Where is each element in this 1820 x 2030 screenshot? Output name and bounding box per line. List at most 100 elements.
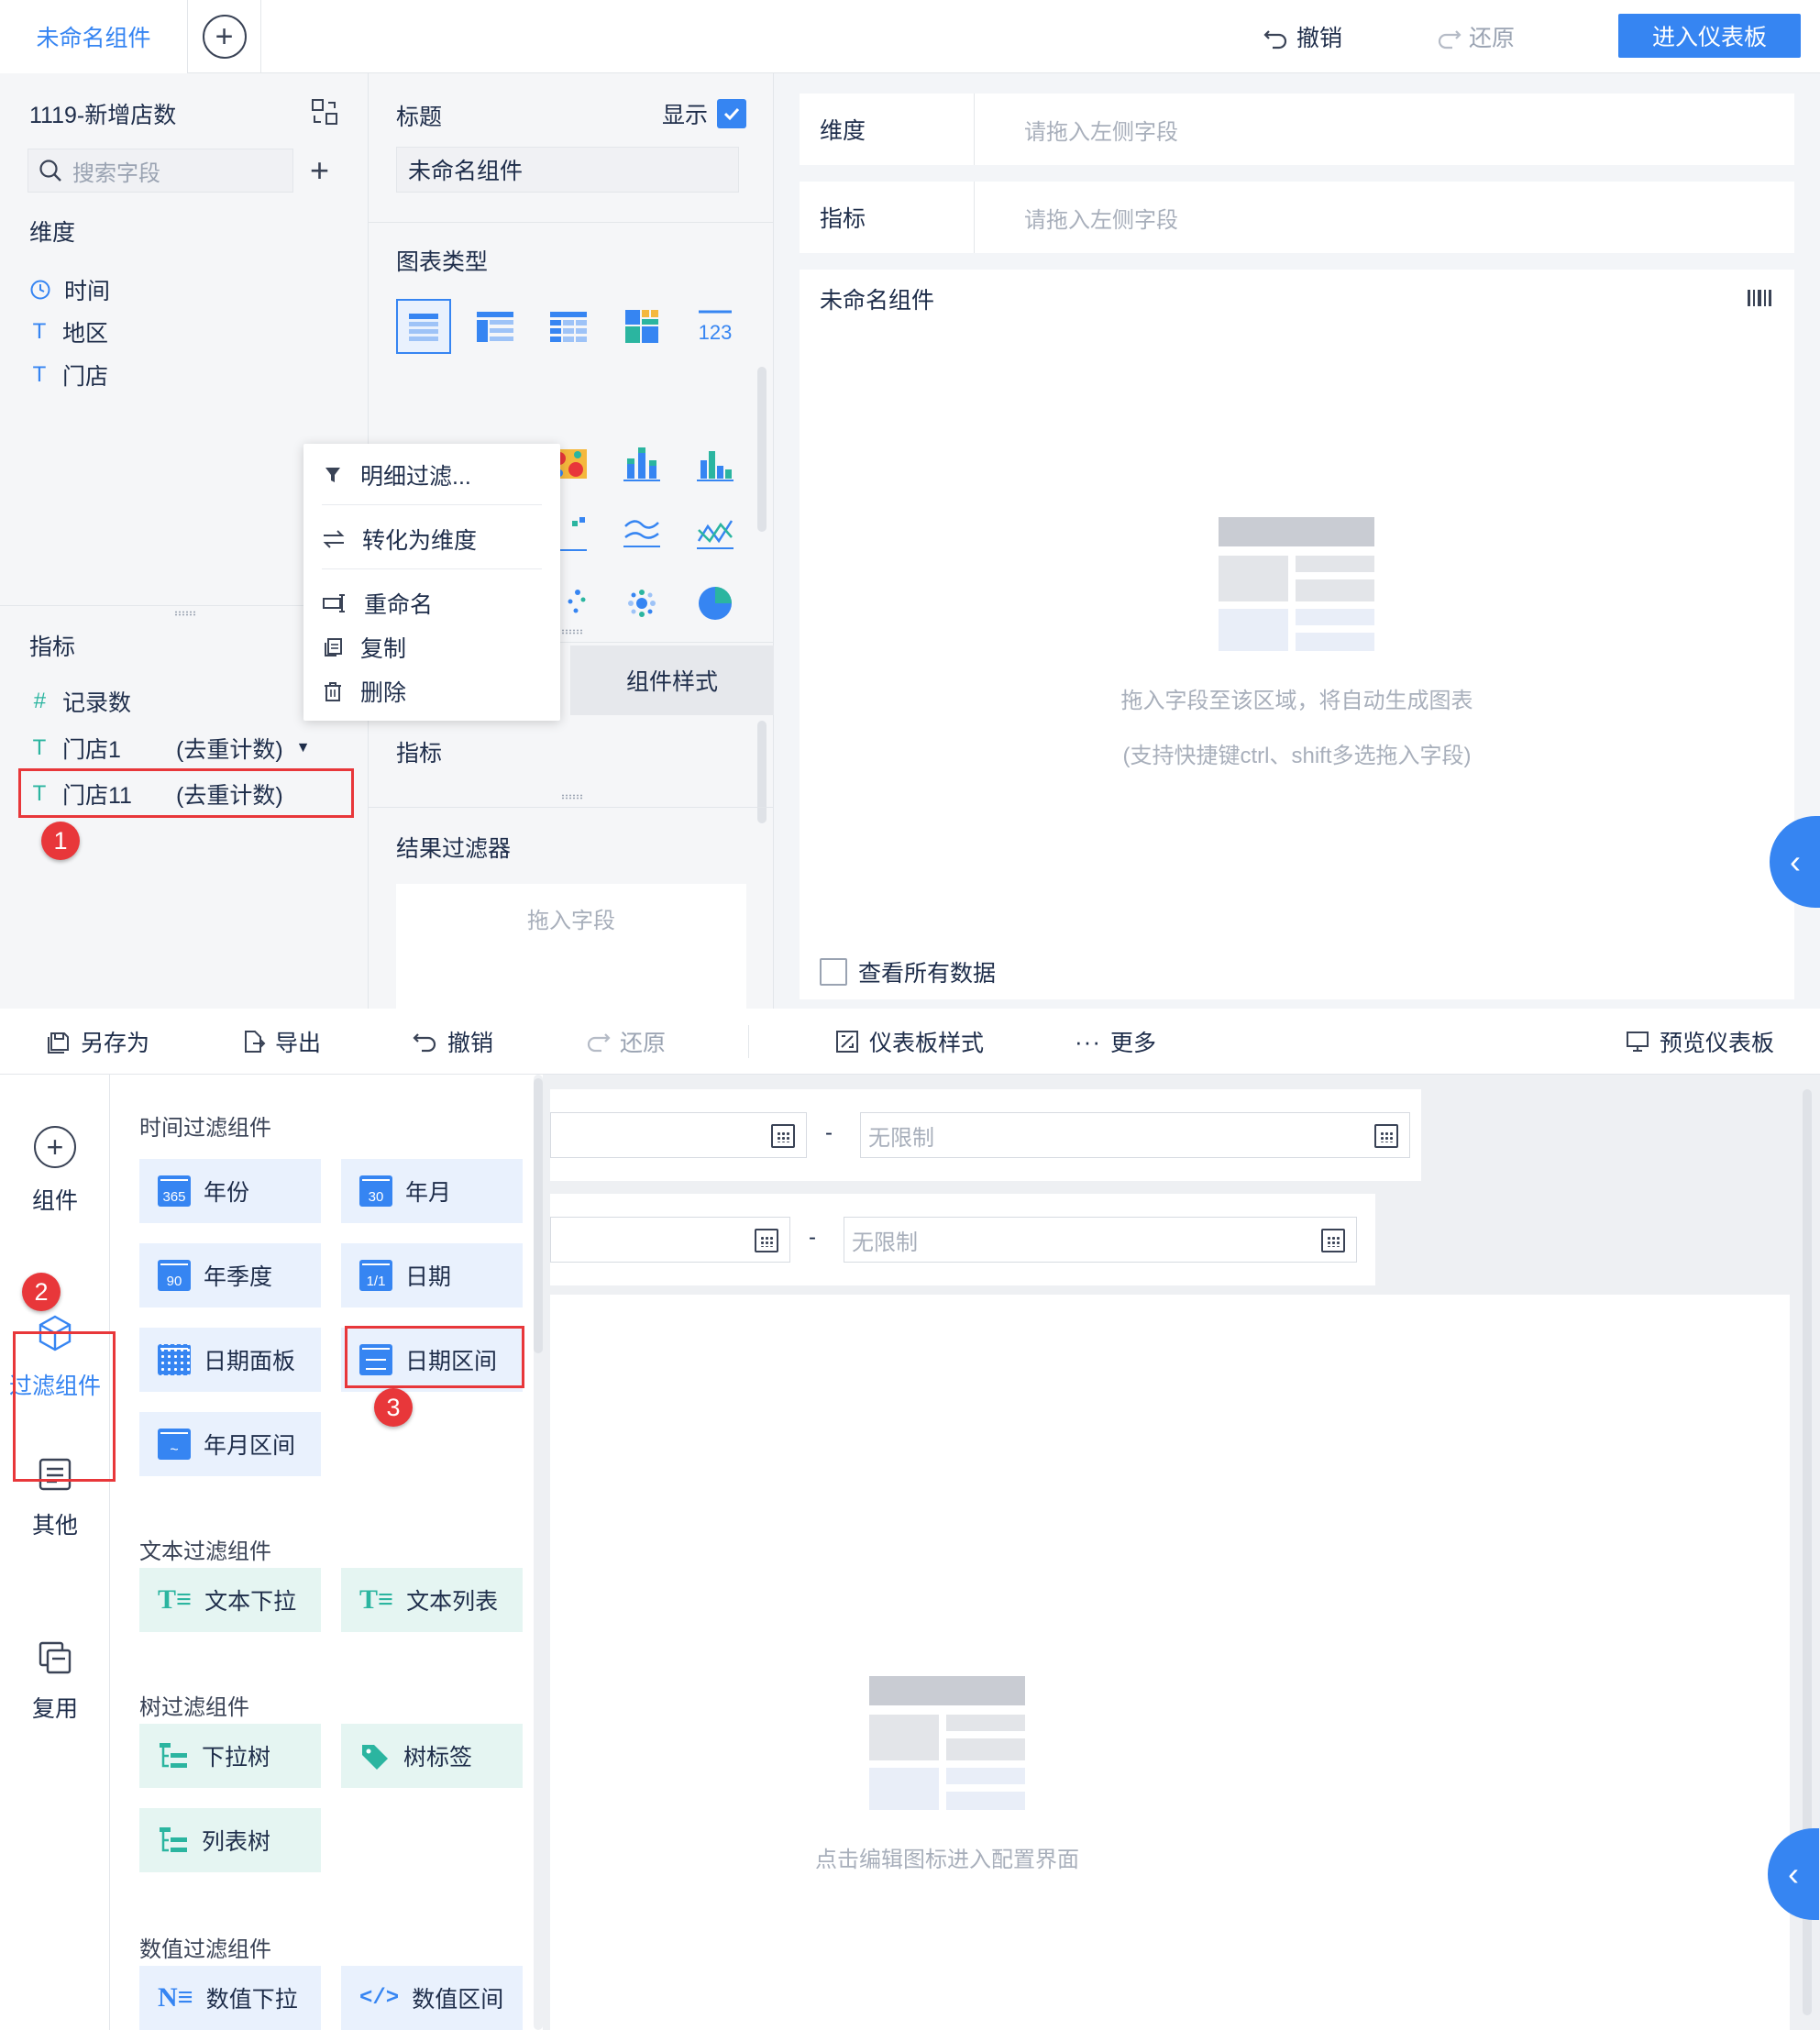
filter-year-quarter-button[interactable]: 90 年季度 — [139, 1243, 321, 1307]
undo-button[interactable]: 撤销 — [413, 1023, 493, 1060]
measure-field-store1[interactable]: T 门店1 (去重计数) ▼ — [29, 732, 341, 765]
show-title-toggle[interactable]: 显示 — [662, 97, 747, 130]
result-filter-dropzone[interactable]: 拖入字段 — [396, 884, 746, 1009]
divider — [974, 182, 975, 253]
add-tab-button[interactable]: + — [188, 0, 261, 73]
redo-button[interactable]: 还原 — [585, 1023, 666, 1060]
filter-date-panel-button[interactable]: 日期面板 — [139, 1328, 321, 1392]
view-all-data-checkbox[interactable]: 查看所有数据 — [820, 955, 996, 988]
filter-number-dropdown-button[interactable]: N≡ 数值下拉 — [139, 1966, 321, 2030]
filter-text-dropdown-button[interactable]: T≡ 文本下拉 — [139, 1568, 321, 1632]
calendar-icon[interactable] — [771, 1124, 795, 1148]
dimension-dropzone[interactable]: 维度 请拖入左侧字段 — [800, 94, 1794, 165]
checkbox-empty-icon[interactable] — [820, 958, 847, 986]
svg-text:123: 123 — [699, 321, 733, 344]
filter-year-button[interactable]: 365 年份 — [139, 1159, 321, 1223]
title-input[interactable]: 未命名组件 — [396, 147, 739, 193]
dimension-field-region[interactable]: T 地区 — [29, 315, 108, 348]
filter-list-tree-button[interactable]: 列表树 — [139, 1808, 321, 1872]
menu-item-rename[interactable]: 重命名 — [322, 585, 433, 622]
view-all-label: 查看所有数据 — [858, 961, 997, 987]
menu-label: 重命名 — [364, 592, 434, 618]
empty-widget-card[interactable]: 点击编辑图标进入配置界面 — [550, 1295, 1790, 2030]
filter-date-button[interactable]: 1/1 日期 — [341, 1243, 523, 1307]
section-title-text: 文本过滤组件 — [139, 1539, 271, 1564]
copy-icon — [325, 638, 342, 656]
search-icon — [39, 160, 61, 182]
cross-table-icon[interactable] — [548, 306, 589, 347]
point-map-icon[interactable] — [622, 583, 662, 623]
table-chart-icon[interactable] — [396, 299, 451, 354]
calendar-icon[interactable] — [1321, 1229, 1345, 1252]
barcode-icon[interactable] — [1746, 286, 1773, 310]
pie-chart-icon[interactable] — [695, 583, 735, 623]
more-button[interactable]: ··· 更多 — [1075, 1023, 1156, 1060]
calendar-icon[interactable] — [755, 1229, 778, 1252]
filter-tree-tag-button[interactable]: 树标签 — [341, 1724, 523, 1788]
config-scrollbar[interactable] — [757, 721, 767, 823]
date-range-filter-widget[interactable]: - 无限制 — [550, 1089, 1421, 1181]
filter-label: 数值下拉 — [205, 1987, 298, 2013]
filter-text-list-button[interactable]: T≡ 文本列表 — [341, 1568, 523, 1632]
save-as-button[interactable]: 另存为 — [46, 1023, 149, 1060]
end-date-input[interactable]: 无限制 — [860, 1112, 1410, 1158]
dimension-field-time[interactable]: 时间 — [29, 273, 110, 306]
add-field-icon[interactable]: + — [310, 149, 329, 193]
chevron-left-icon: ‹ — [1788, 1855, 1799, 1892]
menu-item-delete[interactable]: 删除 — [322, 673, 406, 710]
filter-number-range-button[interactable]: </> 数值区间 — [341, 1966, 523, 2030]
treemap-icon[interactable] — [622, 306, 662, 347]
menu-item-copy[interactable]: 复制 — [322, 629, 406, 666]
menu-label: 删除 — [360, 680, 407, 706]
component-style-label: 组件样式 — [625, 669, 718, 695]
start-date-input[interactable] — [550, 1217, 790, 1263]
resize-handle[interactable] — [174, 611, 196, 616]
preview-label: 预览仪表板 — [1660, 1031, 1775, 1056]
menu-item-convert-dimension[interactable]: 转化为维度 — [322, 521, 477, 557]
filter-year-month-range-button[interactable]: ~ 年月区间 — [139, 1412, 321, 1476]
menu-item-detail-filter[interactable]: 明细过滤... — [322, 457, 471, 493]
range-separator: - — [809, 1225, 816, 1250]
caret-down-icon[interactable]: ▼ — [296, 740, 311, 756]
filter-label: 树标签 — [403, 1745, 473, 1771]
area-line-icon[interactable] — [622, 513, 662, 554]
start-date-input[interactable] — [550, 1112, 807, 1158]
tab-component-style[interactable]: 组件样式 — [570, 645, 774, 715]
search-field[interactable]: 搜索字段 — [28, 149, 293, 193]
group-table-icon[interactable] — [475, 306, 515, 347]
nav-components[interactable]: + 组件 — [0, 1126, 110, 1216]
tab-component[interactable]: 未命名组件 — [0, 0, 188, 73]
nav-reuse[interactable]: 复用 — [0, 1639, 110, 1724]
redo-button[interactable]: 还原 — [1436, 18, 1515, 55]
bar-chart-icon[interactable] — [695, 444, 735, 484]
date-range-filter-widget-2[interactable]: - 无限制 — [550, 1194, 1375, 1285]
dimension-field-store[interactable]: T 门店 — [29, 359, 108, 392]
chart-type-scrollbar[interactable] — [757, 367, 767, 532]
measure-dropzone[interactable]: 指标 请拖入左侧字段 — [800, 182, 1794, 253]
calendar-date-icon: 1/1 — [359, 1260, 392, 1291]
measure-field-count[interactable]: # 记录数 — [29, 685, 131, 718]
resize-handle[interactable] — [561, 629, 583, 634]
text-type-icon: T — [32, 362, 47, 387]
filter-dropdown-tree-button[interactable]: 下拉树 — [139, 1724, 321, 1788]
dashboard-style-button[interactable]: 仪表板样式 — [834, 1023, 984, 1060]
widget-title: 未命名组件 — [820, 288, 935, 314]
end-date-input[interactable]: 无限制 — [844, 1217, 1357, 1263]
line-chart-icon[interactable] — [695, 513, 735, 554]
enter-dashboard-button[interactable]: 进入仪表板 — [1618, 14, 1801, 58]
stacked-bar-icon[interactable] — [622, 444, 662, 484]
calendar-icon[interactable] — [1374, 1124, 1398, 1148]
calendar-365-icon: 365 — [158, 1175, 191, 1207]
tree-dropdown-icon — [160, 1743, 187, 1768]
kpi-number-icon[interactable]: 123 — [695, 306, 735, 347]
calendar-30-icon: 30 — [359, 1175, 392, 1207]
text-type-icon: T — [32, 319, 47, 344]
checkbox-checked-icon[interactable] — [717, 99, 747, 128]
filter-year-month-button[interactable]: 30 年月 — [341, 1159, 523, 1223]
preview-dashboard-button[interactable]: 预览仪表板 — [1625, 1023, 1774, 1060]
undo-button[interactable]: 撤销 — [1263, 18, 1342, 55]
switch-dataset-icon[interactable] — [310, 97, 339, 127]
export-button[interactable]: 导出 — [240, 1023, 321, 1060]
resize-handle[interactable] — [561, 794, 583, 800]
palette-scrollbar[interactable] — [534, 1078, 543, 1353]
